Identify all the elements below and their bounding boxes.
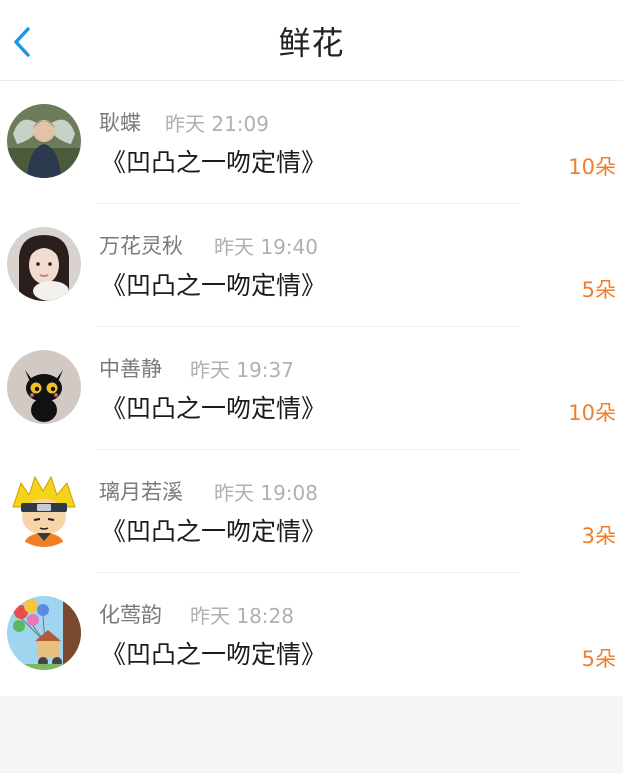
list-item[interactable]: 化莺韵 昨天 18:28 《凹凸之一吻定情》 5朵	[0, 573, 623, 696]
book-title[interactable]: 《凹凸之一吻定情》	[101, 512, 326, 548]
list-item[interactable]: 中善静 昨天 19:37 《凹凸之一吻定情》 10朵	[0, 327, 623, 450]
avatar[interactable]	[7, 227, 81, 301]
user-name[interactable]: 万花灵秋	[99, 230, 183, 260]
timestamp: 昨天 19:40	[214, 235, 318, 259]
avatar-photo-man-with-wings	[7, 104, 81, 178]
avatar[interactable]	[7, 350, 81, 424]
user-name[interactable]: 化莺韵	[99, 599, 162, 629]
flower-count: 5朵	[581, 278, 616, 302]
top-nav-bar: 鲜花	[0, 0, 623, 81]
avatar-photo-girl	[7, 227, 81, 301]
book-title[interactable]: 《凹凸之一吻定情》	[101, 389, 326, 425]
timestamp: 昨天 19:08	[214, 481, 318, 505]
book-title[interactable]: 《凹凸之一吻定情》	[101, 635, 326, 671]
list-item[interactable]: 耿蝶 昨天 21:09 《凹凸之一吻定情》 10朵	[0, 81, 623, 204]
timestamp: 昨天 19:37	[190, 358, 294, 382]
user-name[interactable]: 璃月若溪	[99, 476, 183, 506]
list-item[interactable]: 璃月若溪 昨天 19:08 《凹凸之一吻定情》 3朵	[0, 450, 623, 573]
avatar-black-cat	[7, 350, 81, 424]
user-name[interactable]: 中善静	[99, 353, 162, 383]
flower-count: 10朵	[568, 401, 616, 425]
avatar[interactable]	[7, 596, 81, 670]
avatar-anime-ninja	[7, 473, 81, 547]
book-title[interactable]: 《凹凸之一吻定情》	[101, 266, 326, 302]
flower-count: 5朵	[581, 647, 616, 671]
flower-count: 3朵	[581, 524, 616, 548]
list-item[interactable]: 万花灵秋 昨天 19:40 《凹凸之一吻定情》 5朵	[0, 204, 623, 327]
page-title: 鲜花	[278, 24, 345, 62]
timestamp: 昨天 18:28	[190, 604, 294, 628]
flower-gift-list: 耿蝶 昨天 21:09 《凹凸之一吻定情》 10朵 万花灵秋 昨天 19:40 …	[0, 81, 623, 696]
timestamp: 昨天 21:09	[165, 112, 269, 136]
book-title[interactable]: 《凹凸之一吻定情》	[101, 143, 326, 179]
user-name[interactable]: 耿蝶	[99, 107, 141, 137]
avatar-balloons-house	[7, 596, 81, 670]
avatar[interactable]	[7, 104, 81, 178]
avatar[interactable]	[7, 473, 81, 547]
flower-count: 10朵	[568, 155, 616, 179]
